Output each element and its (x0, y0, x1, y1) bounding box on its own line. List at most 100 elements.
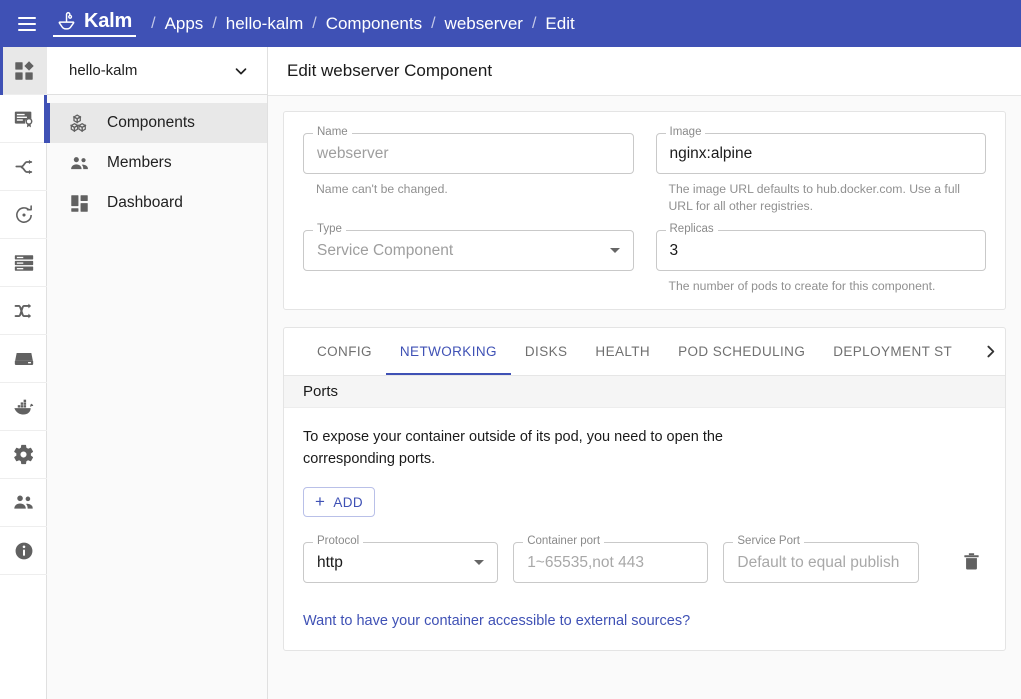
type-field[interactable]: Type Service Component (303, 223, 634, 271)
service-port-field-box[interactable]: Default to equal publish (723, 542, 919, 583)
tab-label: HEALTH (595, 344, 651, 359)
rail-item-info[interactable] (0, 527, 47, 575)
tabs-scroll-right-button[interactable] (975, 328, 1005, 375)
delete-port-button[interactable] (957, 546, 986, 576)
tab-label: NETWORKING (399, 344, 497, 359)
chevron-right-icon (986, 345, 994, 358)
hamburger-bar (18, 28, 36, 31)
page-header: Edit webserver Component (268, 47, 1021, 96)
container-port-field-box[interactable]: 1~65535,not 443 (513, 542, 709, 583)
breadcrumb-webserver[interactable]: webserver (445, 14, 523, 34)
applications-icon (14, 60, 34, 80)
registry-certificate-icon (14, 111, 33, 127)
basic-info-grid: Name webserver Name can't be changed. Ty… (303, 126, 986, 295)
image-field-value: nginx:alpine (669, 144, 753, 162)
service-port-field[interactable]: Service Port Default to equal publish (723, 535, 919, 583)
rail-item-cron-jobs[interactable] (0, 191, 47, 239)
protocol-field-value: http (317, 553, 343, 571)
protocol-field-label: Protocol (313, 535, 364, 548)
brand-home-link[interactable]: Kalm (53, 10, 137, 37)
components-cubes-icon (68, 112, 90, 134)
type-field-label: Type (313, 223, 346, 236)
replicas-field-box[interactable]: 3 (655, 230, 986, 271)
replicas-field[interactable]: Replicas 3 (655, 223, 986, 271)
protocol-field[interactable]: Protocol http (303, 535, 499, 583)
docker-registry-icon (13, 399, 33, 415)
tab-label: CONFIG (317, 344, 372, 359)
plus-icon: + (315, 492, 326, 511)
breadcrumb-separator: / (151, 14, 156, 32)
ports-section-header: Ports (284, 376, 1005, 408)
add-port-button-label: ADD (333, 494, 364, 510)
sidebar-item-dashboard[interactable]: Dashboard (47, 183, 267, 223)
breadcrumb-components[interactable]: Components (326, 14, 422, 34)
tab-label: POD SCHEDULING (678, 344, 806, 359)
image-field-help: The image URL defaults to hub.docker.com… (668, 182, 961, 213)
container-port-field-placeholder: 1~65535,not 443 (527, 553, 644, 571)
breadcrumb-apps[interactable]: Apps (165, 14, 204, 34)
name-field-label: Name (313, 126, 352, 139)
rail-item-applications[interactable] (0, 47, 47, 95)
port-row: Protocol http Container port 1~65535,not… (303, 535, 986, 583)
ports-section-title: Ports (303, 383, 339, 400)
dropdown-caret-icon (609, 248, 620, 253)
rail-item-settings[interactable] (0, 431, 47, 479)
external-sources-link[interactable]: Want to have your container accessible t… (303, 613, 690, 629)
ports-section-body: To expose your container outside of its … (284, 408, 1005, 650)
rail-item-nodes[interactable] (0, 239, 47, 287)
members-people-icon (68, 152, 90, 174)
breadcrumb-hello-kalm[interactable]: hello-kalm (226, 14, 303, 34)
icon-rail (0, 47, 47, 699)
kalm-sailboat-logo (58, 12, 75, 30)
tab-pod-scheduling[interactable]: POD SCHEDULING (664, 328, 819, 375)
project-selector[interactable]: hello-kalm (47, 47, 267, 95)
breadcrumb-separator: / (431, 14, 436, 32)
project-sidebar: hello-kalm Components Members Dashboard (47, 47, 268, 699)
rail-item-traffic[interactable] (0, 287, 47, 335)
replicas-field-value: 3 (669, 241, 679, 259)
breadcrumb-separator: / (531, 14, 537, 32)
name-field-box[interactable]: webserver (303, 133, 634, 174)
add-port-button[interactable]: + ADD (303, 487, 376, 517)
rail-item-disks[interactable] (0, 335, 47, 383)
ports-description: To expose your container outside of its … (303, 429, 723, 467)
tab-deployment-status[interactable]: DEPLOYMENT ST (819, 328, 966, 375)
cron-jobs-icon (15, 204, 32, 223)
page-title: Edit webserver Component (287, 61, 493, 80)
basic-info-card: Name webserver Name can't be changed. Ty… (283, 111, 1006, 310)
tab-config[interactable]: CONFIG (303, 328, 386, 375)
name-field-help: Name can't be changed. (316, 182, 448, 196)
rail-item-members[interactable] (0, 479, 47, 527)
hamburger-menu-icon[interactable] (9, 6, 45, 42)
component-tabs-card: CONFIG NETWORKING DISKS HEALTH POD SCHED… (283, 327, 1006, 651)
tab-health[interactable]: HEALTH (581, 328, 664, 375)
type-field-box[interactable]: Service Component (303, 230, 634, 271)
image-field-label: Image (665, 126, 706, 139)
image-field-box[interactable]: nginx:alpine (655, 133, 986, 174)
tab-networking[interactable]: NETWORKING (385, 328, 511, 375)
sidebar-item-label: Members (107, 154, 172, 171)
service-port-field-label: Service Port (733, 535, 805, 548)
service-port-field-placeholder: Default to equal publish (737, 553, 900, 571)
name-field[interactable]: Name webserver (303, 126, 634, 174)
rail-item-docker-registry[interactable] (0, 383, 47, 431)
chevron-down-icon (235, 67, 247, 74)
sidebar-item-components[interactable]: Components (47, 103, 267, 143)
rail-item-registry-certificate[interactable] (0, 95, 47, 143)
image-field[interactable]: Image nginx:alpine (655, 126, 986, 174)
trash-delete-icon (964, 552, 979, 570)
protocol-field-box[interactable]: http (303, 542, 499, 583)
rail-item-routes[interactable] (0, 143, 47, 191)
breadcrumb-separator: / (312, 14, 317, 32)
main-content: Edit webserver Component Name webserver … (268, 47, 1021, 699)
sidebar-item-members[interactable]: Members (47, 143, 267, 183)
brand-name: Kalm (84, 10, 133, 32)
hamburger-bar (18, 22, 36, 25)
basic-info-right-column: Image nginx:alpine The image URL default… (655, 126, 986, 295)
replicas-field-help: The number of pods to create for this co… (668, 279, 936, 293)
info-icon (15, 542, 32, 559)
container-port-field[interactable]: Container port 1~65535,not 443 (513, 535, 709, 583)
tab-disks[interactable]: DISKS (511, 328, 582, 375)
top-app-bar: Kalm / Apps / hello-kalm / Components / … (0, 0, 1021, 47)
